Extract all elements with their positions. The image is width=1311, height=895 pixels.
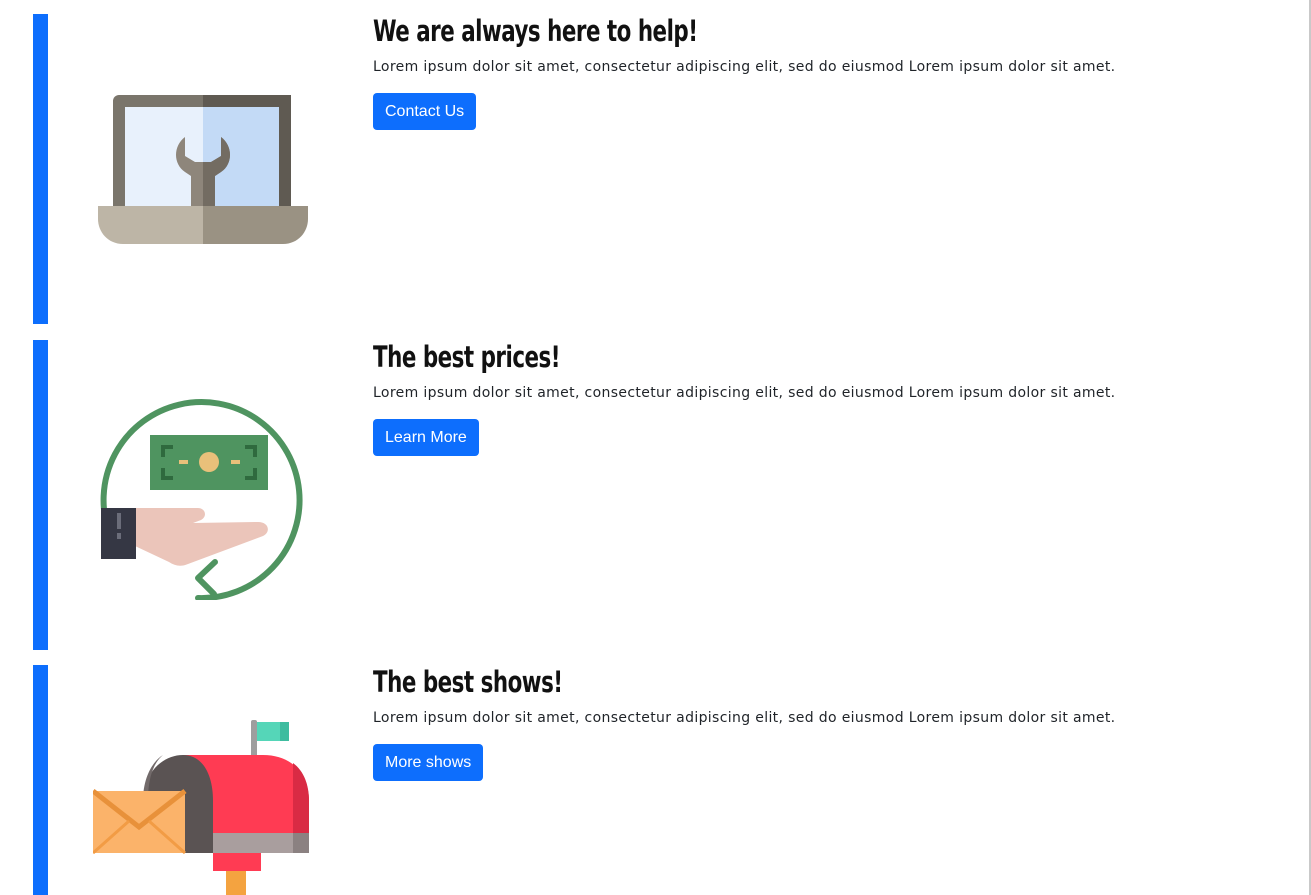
feature-prices: The best prices! Lorem ipsum dolor sit a… [33, 340, 1293, 650]
feature-title: We are always here to help! [373, 14, 698, 48]
feature-description: Lorem ipsum dolor sit amet, consectetur … [373, 59, 1116, 75]
mailbox-icon [93, 705, 313, 895]
money-hand-icon [93, 380, 313, 600]
feature-support: We are always here to help! Lorem ipsum … [33, 14, 1293, 324]
accent-bar [33, 340, 48, 650]
feature-title: The best prices! [373, 340, 561, 374]
accent-bar [33, 14, 48, 324]
feature-description: Lorem ipsum dolor sit amet, consectetur … [373, 710, 1116, 726]
accent-bar [33, 665, 48, 895]
learn-more-button[interactable]: Learn More [373, 419, 479, 456]
feature-title: The best shows! [373, 665, 563, 699]
laptop-wrench-icon [93, 54, 313, 274]
feature-shows: The best shows! Lorem ipsum dolor sit am… [33, 665, 1293, 895]
feature-description: Lorem ipsum dolor sit amet, consectetur … [373, 385, 1116, 401]
contact-us-button[interactable]: Contact Us [373, 93, 477, 130]
more-shows-button[interactable]: More shows [373, 744, 484, 781]
